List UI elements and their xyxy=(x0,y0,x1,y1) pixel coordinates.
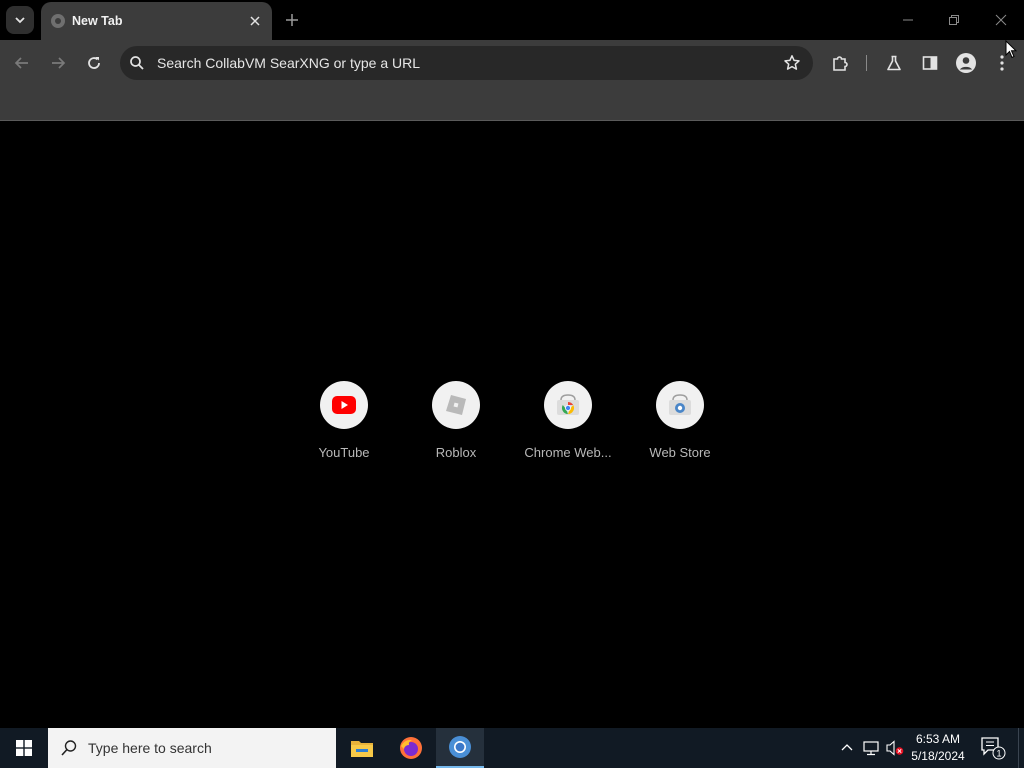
forward-button[interactable] xyxy=(45,50,71,76)
new-tab-button[interactable] xyxy=(281,9,303,31)
youtube-icon xyxy=(332,396,356,414)
volume-tray-button[interactable] xyxy=(886,739,904,757)
volume-muted-icon xyxy=(886,740,904,756)
show-hidden-icons-button[interactable] xyxy=(838,739,856,757)
network-icon xyxy=(863,741,879,756)
start-button[interactable] xyxy=(0,728,48,768)
back-button[interactable] xyxy=(9,50,35,76)
puzzle-piece-icon xyxy=(833,56,848,71)
tab-new-tab[interactable]: New Tab xyxy=(41,2,272,40)
tab-close-button[interactable] xyxy=(246,12,264,30)
bookmark-star-icon[interactable] xyxy=(783,54,801,72)
shortcut-icon-circle xyxy=(544,381,592,429)
shortcut-label: YouTube xyxy=(318,445,370,460)
taskbar-chrome[interactable] xyxy=(436,728,484,768)
search-icon xyxy=(61,740,77,756)
address-bar-placeholder: Search CollabVM SearXNG or type a URL xyxy=(157,55,420,71)
arrow-right-icon xyxy=(52,57,66,69)
roblox-icon xyxy=(446,395,466,415)
shortcut-label: Web Store xyxy=(649,445,711,460)
browser-toolbar: Search CollabVM SearXNG or type a URL xyxy=(0,40,1024,85)
arrow-left-icon xyxy=(14,57,28,69)
network-tray-button[interactable] xyxy=(862,739,880,757)
plus-icon xyxy=(286,14,298,26)
windows-taskbar: Type here to search 6:53 AM 5/18/2024 1 xyxy=(0,728,1024,768)
shortcut-chrome-web-store[interactable]: Chrome Web... xyxy=(512,381,624,471)
avatar-icon xyxy=(956,53,976,73)
flask-icon xyxy=(887,55,901,71)
minimize-button[interactable] xyxy=(898,10,918,30)
notification-icon: 1 xyxy=(981,737,1006,760)
chrome-icon xyxy=(449,736,471,758)
chevron-up-icon xyxy=(841,744,853,751)
toolbar-separator xyxy=(866,55,867,71)
taskbar-firefox[interactable] xyxy=(387,728,435,768)
firefox-icon xyxy=(400,737,422,759)
taskbar-search-placeholder: Type here to search xyxy=(88,740,212,756)
file-explorer-icon xyxy=(351,741,373,757)
chrome-web-store-icon xyxy=(557,394,579,415)
taskbar-file-explorer[interactable] xyxy=(338,728,386,768)
taskbar-search-box[interactable]: Type here to search xyxy=(48,728,336,768)
tab-title: New Tab xyxy=(72,14,123,28)
web-store-icon xyxy=(669,394,691,415)
shortcut-label: Roblox xyxy=(435,445,477,460)
restore-button[interactable] xyxy=(944,10,964,30)
bookmarks-bar xyxy=(0,85,1024,121)
shortcut-web-store[interactable]: Web Store xyxy=(624,381,736,471)
windows-logo-icon xyxy=(16,740,32,756)
notification-count: 1 xyxy=(996,749,1001,759)
chevron-down-icon xyxy=(15,17,25,24)
action-center-button[interactable]: 1 xyxy=(980,736,1006,760)
close-icon xyxy=(995,14,1007,26)
reload-icon xyxy=(88,57,100,69)
minimize-icon xyxy=(903,19,913,21)
shortcut-youtube[interactable]: YouTube xyxy=(288,381,400,471)
mouse-cursor-icon xyxy=(1005,40,1017,59)
restore-icon xyxy=(949,15,959,25)
shortcut-label: Chrome Web... xyxy=(524,445,612,460)
shortcut-icon-circle xyxy=(656,381,704,429)
reload-button[interactable] xyxy=(81,50,107,76)
new-tab-page: YouTube Roblox Chrome Web... Web Store xyxy=(0,121,1024,728)
shortcut-roblox[interactable]: Roblox xyxy=(400,381,512,471)
shortcut-icon-circle xyxy=(432,381,480,429)
tab-search-button[interactable] xyxy=(6,6,34,34)
side-panel-icon xyxy=(922,56,938,70)
side-panel-button[interactable] xyxy=(917,50,943,76)
profile-button[interactable] xyxy=(953,50,979,76)
shortcut-icon-circle xyxy=(320,381,368,429)
chrome-labs-button[interactable] xyxy=(881,50,907,76)
clock-time: 6:53 AM xyxy=(915,732,961,746)
address-bar[interactable]: Search CollabVM SearXNG or type a URL xyxy=(120,46,813,80)
tab-strip: New Tab xyxy=(0,0,1024,40)
show-desktop-button[interactable] xyxy=(1018,728,1019,768)
taskbar-clock[interactable]: 6:53 AM 5/18/2024 xyxy=(906,731,970,765)
globe-icon xyxy=(51,14,65,28)
search-icon xyxy=(130,56,144,70)
window-close-button[interactable] xyxy=(991,10,1011,30)
clock-date: 5/18/2024 xyxy=(911,749,965,763)
extensions-button[interactable] xyxy=(827,50,853,76)
close-icon xyxy=(250,16,260,26)
